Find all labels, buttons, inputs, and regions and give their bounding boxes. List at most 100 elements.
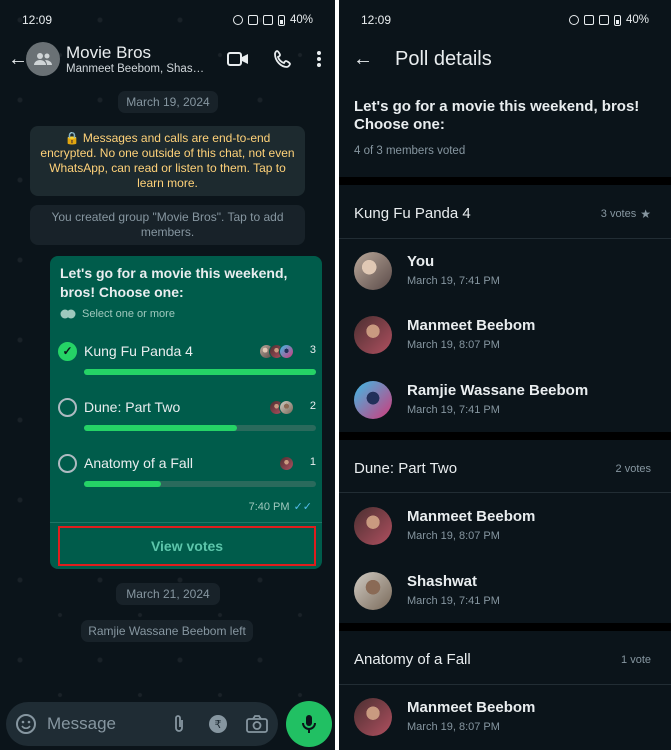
emoji-icon[interactable] [15, 713, 37, 735]
avatar [279, 400, 294, 415]
more-options-icon[interactable] [317, 50, 321, 68]
group-created-notice[interactable]: You created group "Movie Bros". Tap to a… [30, 205, 305, 245]
alarm-icon [232, 15, 243, 25]
header-actions [227, 49, 335, 69]
voter-row: Ramjie Wassane Beebom March 19, 7:41 PM [354, 381, 664, 429]
poll-option-label: Anatomy of a Fall [84, 455, 193, 471]
poll-progress-fill [84, 369, 316, 375]
poll-question: Let's go for a movie this weekend, bros!… [354, 98, 640, 133]
divider [339, 238, 671, 239]
double-check-circle-icon [60, 309, 76, 319]
voter-avatars [279, 456, 294, 471]
back-arrow-icon[interactable]: ← [353, 48, 373, 71]
poll-details-screen: 12:09 40% ← Poll details Let's go for a … [339, 0, 671, 750]
star-icon[interactable]: ★ [640, 207, 651, 221]
unchecked-icon[interactable] [58, 398, 77, 417]
voter-avatars [269, 400, 294, 415]
back-arrow-icon[interactable]: ← [0, 48, 28, 71]
poll-option[interactable]: Dune: Part Two 2 [58, 398, 316, 442]
poll-option[interactable]: ✓ Kung Fu Panda 4 3 [58, 342, 316, 386]
option-vote-count: 2 votes [616, 463, 651, 475]
date-chip: March 19, 2024 [118, 91, 218, 113]
member-left-notice: Ramjie Wassane Beebom left [81, 620, 253, 642]
poll-hint: Select one or more [60, 308, 175, 320]
option-vote-count: 1 vote [621, 654, 651, 666]
vote-time: March 19, 7:41 PM [407, 275, 500, 287]
divider [339, 684, 671, 685]
voter-row: Shashwat March 19, 7:41 PM [354, 572, 664, 620]
voter-row: Manmeet Beebom March 19, 8:07 PM [354, 698, 664, 746]
poll-progress-track [84, 425, 316, 431]
message-input[interactable]: Message [47, 714, 172, 734]
avatar [279, 344, 294, 359]
chat-header: ← Movie Bros Manmeet Beebom, Shashwat [0, 38, 335, 80]
option-title: Anatomy of a Fall [354, 651, 471, 668]
poll-question: Let's go for a movie this weekend, bros!… [60, 265, 288, 300]
chat-members: Manmeet Beebom, Shashwat [66, 63, 206, 75]
avatar [354, 507, 392, 545]
checked-icon[interactable]: ✓ [58, 342, 77, 361]
battery-icon [277, 14, 285, 26]
option-title: Dune: Part Two [354, 460, 458, 477]
screenshot-composite: 12:09 40% ← Movie Bros Manmeet Beebom, S… [0, 0, 671, 750]
votes-summary: 4 of 3 members voted [354, 145, 466, 157]
message-input-bar[interactable]: Message ₹ [6, 702, 278, 746]
avatar [354, 381, 392, 419]
status-icons: 40% [232, 14, 313, 26]
read-receipt-icon: ✓✓ [293, 501, 312, 513]
section-separator [339, 177, 671, 185]
video-call-icon[interactable] [227, 51, 249, 67]
chat-title: Movie Bros [66, 43, 152, 62]
lock-icon: 🔒 [64, 131, 83, 145]
avatar [354, 698, 392, 736]
mic-icon [302, 715, 316, 733]
mic-button[interactable] [286, 701, 332, 747]
option-vote-count: 3 votes ★ [601, 207, 651, 221]
voter-name: Manmeet Beebom [407, 699, 536, 716]
poll-progress-fill [84, 425, 238, 431]
poll-option-count: 3 [309, 344, 316, 356]
poll-progress-track [84, 369, 316, 375]
poll-message[interactable]: Let's go for a movie this weekend, bros!… [50, 256, 322, 569]
message-time: 7:40 PM [248, 500, 290, 513]
attach-icon[interactable] [172, 714, 186, 734]
payment-icon[interactable]: ₹ [208, 714, 228, 734]
voter-name: You [407, 253, 435, 270]
chat-title-box[interactable]: Movie Bros Manmeet Beebom, Shashwat [66, 43, 227, 75]
camera-icon[interactable] [246, 715, 268, 733]
encryption-notice[interactable]: 🔒 Messages and calls are end-to-end encr… [30, 126, 305, 196]
vote-count-text: 3 votes [600, 208, 637, 220]
vote-time: March 19, 7:41 PM [407, 595, 500, 607]
vote-count-text: 1 vote [621, 654, 651, 666]
vote-time: March 19, 8:07 PM [407, 530, 500, 542]
divider [50, 522, 322, 523]
voter-name: Ramjie Wassane Beebom [407, 382, 589, 399]
vote-time: March 19, 8:07 PM [407, 721, 500, 733]
battery-level: 40% [289, 14, 313, 26]
divider [339, 492, 671, 493]
voice-call-icon[interactable] [273, 49, 293, 69]
vote-time: March 19, 8:07 PM [407, 339, 500, 351]
section-separator [339, 623, 671, 631]
avatar [354, 252, 392, 290]
unchecked-icon[interactable] [58, 454, 77, 473]
status-time: 12:09 [361, 13, 392, 27]
page-title: Poll details [395, 47, 492, 70]
view-votes-button[interactable]: View votes [58, 526, 316, 566]
battery-icon [613, 14, 621, 26]
voter-row: Manmeet Beebom March 19, 8:07 PM [354, 316, 664, 364]
vibrate-icon [583, 15, 594, 25]
group-avatar[interactable] [26, 42, 60, 76]
voter-name: Manmeet Beebom [407, 317, 536, 334]
voter-row: You March 19, 7:41 PM [354, 252, 664, 300]
alarm-icon [568, 15, 579, 25]
section-separator [339, 432, 671, 440]
poll-option-count: 1 [309, 456, 316, 468]
poll-option[interactable]: Anatomy of a Fall 1 [58, 454, 316, 498]
status-time: 12:09 [22, 13, 53, 27]
signal-icon [262, 15, 273, 25]
date-chip: March 21, 2024 [116, 583, 220, 605]
status-bar: 12:09 40% [339, 0, 671, 40]
poll-progress-track [84, 481, 316, 487]
avatar [354, 316, 392, 354]
